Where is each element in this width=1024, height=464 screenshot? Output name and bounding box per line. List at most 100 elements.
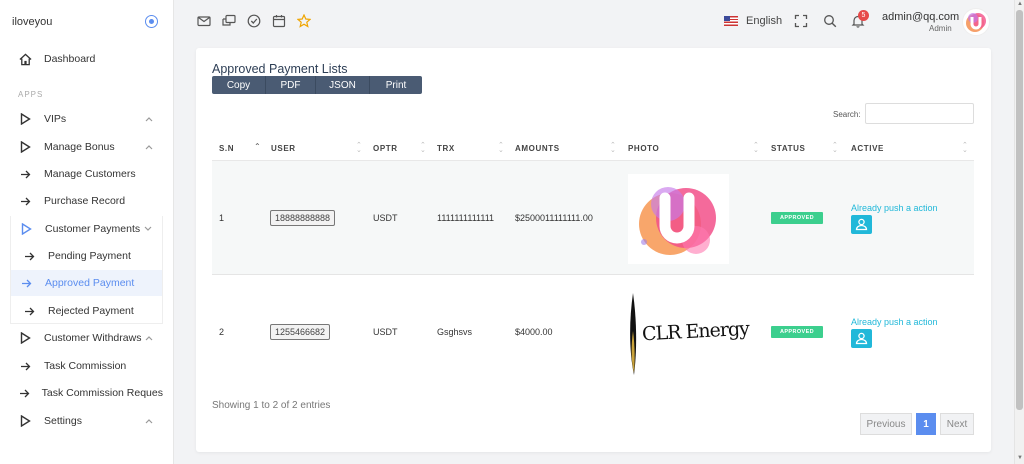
mail-icon[interactable]: [197, 14, 211, 28]
cell-sn: 1: [219, 213, 225, 223]
sidebar-item-settings[interactable]: Settings: [10, 408, 163, 434]
print-button[interactable]: Print: [370, 76, 422, 94]
cell-sn: 2: [219, 327, 225, 337]
play-outline-icon: [14, 113, 36, 125]
language-selector[interactable]: English: [724, 15, 782, 27]
scroll-up-icon[interactable]: ▲: [1017, 1, 1023, 7]
sort-icon[interactable]: ⌃ ⌄: [962, 142, 968, 154]
table-info: Showing 1 to 2 of 2 entries: [212, 400, 331, 411]
sidebar-item-label: Dashboard: [44, 53, 96, 65]
column-header-status[interactable]: STATUS: [771, 144, 805, 153]
sidebar-item-vips[interactable]: VIPs: [10, 106, 163, 132]
sidebar-item-customer-payments[interactable]: Customer Payments: [11, 216, 162, 242]
column-header-amounts[interactable]: AMOUNTS: [515, 144, 560, 153]
scrollbar-thumb[interactable]: [1016, 10, 1023, 410]
cell-trx: Gsghsvs: [437, 327, 473, 337]
payment-photo-image: CLR Energy: [628, 291, 750, 378]
us-flag-icon: [724, 16, 738, 26]
sidebar-item-approved-payment[interactable]: Approved Payment: [11, 270, 162, 296]
column-header-user[interactable]: USER: [271, 144, 296, 153]
star-icon[interactable]: [296, 13, 312, 28]
sidebar-item-label: Manage Customers: [44, 168, 136, 180]
sort-icon[interactable]: ⌃ ⌄: [610, 142, 616, 154]
sidebar-item-pending-payment[interactable]: Pending Payment: [14, 243, 162, 269]
sidebar-toggle-icon[interactable]: [145, 15, 158, 28]
export-button-group: Copy PDF JSON Print: [212, 76, 422, 94]
chevron-up-icon: [145, 416, 155, 426]
status-badge: APPROVED: [771, 212, 823, 224]
action-user-button[interactable]: [851, 215, 872, 234]
sort-icon[interactable]: ⌃ ⌄: [420, 142, 426, 154]
cell-optr: USDT: [373, 213, 398, 223]
pagination-previous-button[interactable]: Previous: [860, 413, 912, 435]
sort-icon[interactable]: ⌃ ⌄: [753, 142, 759, 154]
user-role: Admin: [929, 24, 952, 33]
sidebar-item-label: Manage Bonus: [44, 141, 115, 153]
pdf-button[interactable]: PDF: [266, 76, 316, 94]
sidebar-item-label: Task Commission Reques: [41, 387, 163, 399]
sidebar-item-rejected-payment[interactable]: Rejected Payment: [14, 298, 162, 324]
sidebar-item-purchase-record[interactable]: Purchase Record: [10, 188, 163, 214]
sidebar-item-label: Customer Withdraws: [44, 332, 142, 344]
play-outline-icon: [15, 223, 37, 235]
sidebar-item-label: Purchase Record: [44, 195, 126, 207]
chat-icon[interactable]: [222, 14, 236, 28]
language-label: English: [746, 15, 783, 27]
column-header-optr[interactable]: OPTR: [373, 144, 398, 153]
topbar: English 5 admin@qq.com Admin: [174, 0, 1014, 44]
calendar-icon[interactable]: [272, 14, 286, 28]
sidebar-item-label: Approved Payment: [45, 277, 135, 289]
sidebar-item-manage-bonus[interactable]: Manage Bonus: [10, 134, 163, 160]
search-label: Search:: [833, 110, 861, 119]
sidebar-item-task-commission-requests[interactable]: Task Commission Reques: [10, 380, 163, 406]
json-button[interactable]: JSON: [316, 76, 370, 94]
search-input[interactable]: [865, 103, 974, 124]
sidebar-item-customer-withdraws[interactable]: Customer Withdraws: [10, 325, 163, 351]
pagination-page-button[interactable]: 1: [916, 413, 936, 435]
chevron-up-icon: [145, 142, 155, 152]
cell-user: 1255466682: [270, 324, 331, 340]
photo-logo-text: CLR Energy: [641, 317, 750, 346]
sidebar-item-dashboard[interactable]: Dashboard: [10, 46, 163, 72]
page-title: Approved Payment Lists: [212, 62, 348, 76]
column-header-active[interactable]: ACTIVE: [851, 144, 884, 153]
column-header-sn[interactable]: S.N: [219, 144, 234, 153]
sidebar-item-label: Settings: [44, 415, 82, 427]
sidebar-item-label: Pending Payment: [48, 250, 131, 262]
sidebar: iloveyou Dashboard APPS VIPs Manage Bonu…: [0, 0, 174, 464]
user-email[interactable]: admin@qq.com: [882, 11, 959, 23]
sort-asc-icon[interactable]: ⌃: [254, 143, 261, 151]
sort-icon[interactable]: ⌃ ⌄: [832, 142, 838, 154]
action-status-link[interactable]: Already push a action: [851, 203, 938, 213]
arrow-right-icon: [14, 362, 36, 371]
sort-icon[interactable]: ⌃ ⌄: [498, 142, 504, 154]
scroll-down-icon[interactable]: ▼: [1017, 455, 1023, 461]
arrow-right-icon: [14, 389, 36, 398]
chevron-up-icon: [145, 114, 155, 124]
fullscreen-icon[interactable]: [794, 14, 808, 28]
sidebar-item-label: Customer Payments: [45, 223, 141, 235]
sort-icon[interactable]: ⌃ ⌄: [356, 142, 362, 154]
payment-photo-image: [628, 174, 729, 264]
check-circle-icon[interactable]: [247, 14, 261, 28]
brand-name: iloveyou: [12, 16, 53, 28]
action-status-link[interactable]: Already push a action: [851, 317, 938, 327]
sidebar-item-task-commission[interactable]: Task Commission: [10, 353, 163, 379]
cell-user: 18888888888: [270, 210, 336, 226]
copy-button[interactable]: Copy: [212, 76, 266, 94]
chevron-up-icon: [145, 333, 155, 343]
sidebar-item-manage-customers[interactable]: Manage Customers: [10, 161, 163, 187]
page-scrollbar[interactable]: ▲ ▼: [1014, 0, 1024, 464]
avatar[interactable]: [962, 8, 990, 36]
sidebar-item-label: Task Commission: [44, 360, 127, 372]
arrow-right-icon: [14, 197, 36, 206]
sidebar-section-label: APPS: [18, 90, 44, 99]
search-icon[interactable]: [823, 14, 837, 28]
column-header-trx[interactable]: TRX: [437, 144, 455, 153]
cell-amount: $4000.00: [515, 327, 553, 337]
pagination-next-button[interactable]: Next: [940, 413, 974, 435]
action-user-button[interactable]: [851, 329, 872, 348]
play-outline-icon: [14, 141, 36, 153]
play-outline-icon: [14, 332, 36, 344]
column-header-photo[interactable]: PHOTO: [628, 144, 659, 153]
